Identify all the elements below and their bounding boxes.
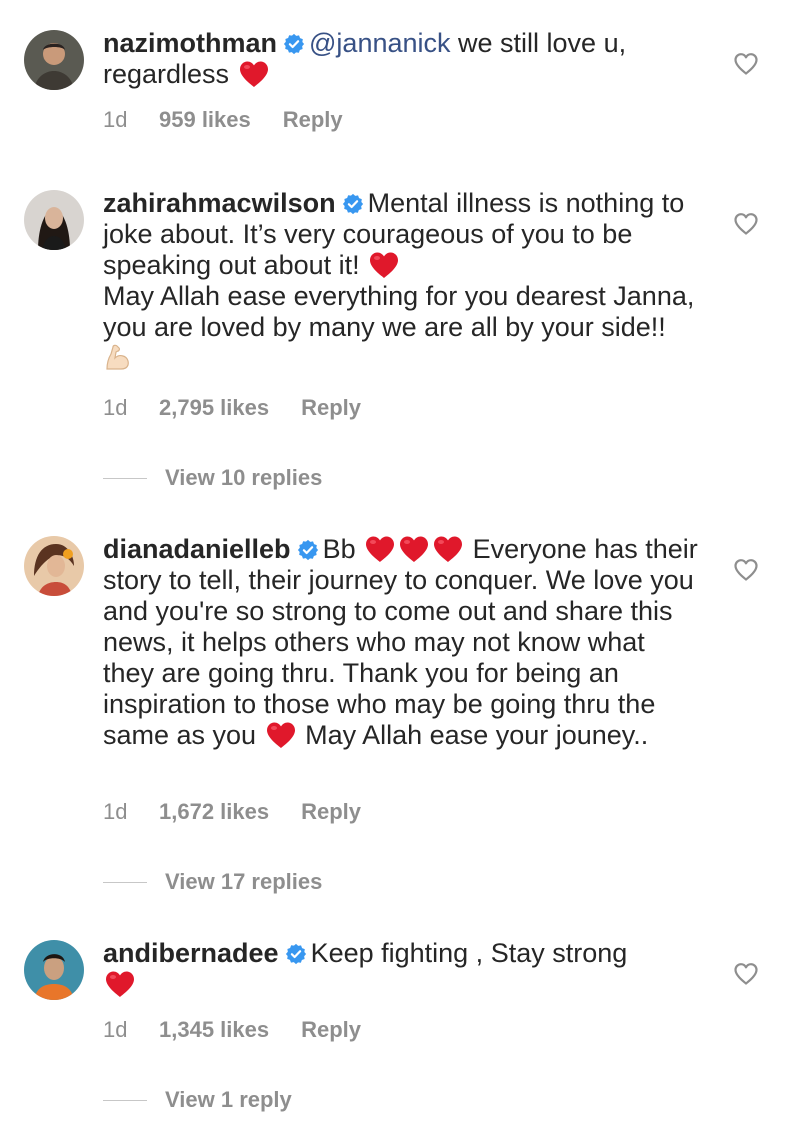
comment-body: Everyone has their story to tell, their …	[103, 534, 698, 750]
username-link[interactable]: nazimothman	[103, 28, 277, 58]
red-heart-emoji	[432, 535, 464, 563]
comment-meta: 1d 2,795 likes Reply	[103, 395, 361, 421]
verified-badge-icon	[283, 33, 305, 55]
reply-button[interactable]: Reply	[301, 799, 361, 825]
comment-text: dianadanielleb Bb Everyone has their stor…	[103, 534, 703, 751]
comment-body: Keep fighting , Stay strong	[310, 938, 628, 968]
comment-body: May Allah ease everything for you deares…	[103, 281, 695, 342]
comment-body: May Allah ease your jouney..	[305, 720, 649, 750]
like-count[interactable]: 2,795 likes	[159, 395, 269, 421]
comment-meta: 1d 1,345 likes Reply	[103, 1017, 361, 1043]
red-heart-emoji	[265, 721, 297, 749]
comment-body: Bb	[322, 534, 356, 564]
comment-time[interactable]: 1d	[103, 1017, 159, 1043]
red-heart-emoji	[238, 60, 270, 88]
comment-meta: 1d 1,672 likes Reply	[103, 799, 361, 825]
view-replies-button[interactable]: View 1 reply	[103, 1087, 292, 1113]
like-count[interactable]: 959 likes	[159, 107, 251, 133]
comment-meta: 1d 959 likes Reply	[103, 107, 343, 133]
reply-button[interactable]: Reply	[301, 395, 361, 421]
username-link[interactable]: zahirahmacwilson	[103, 188, 336, 218]
mention-link[interactable]: @jannanick	[309, 28, 451, 58]
like-count[interactable]: 1,672 likes	[159, 799, 269, 825]
reply-button[interactable]: Reply	[283, 107, 343, 133]
avatar[interactable]	[24, 940, 84, 1000]
red-heart-emoji	[398, 535, 430, 563]
view-replies-button[interactable]: View 10 replies	[103, 465, 322, 491]
comment-text: zahirahmacwilson Mental illness is nothin…	[103, 188, 703, 374]
divider-line	[103, 1099, 147, 1101]
verified-badge-icon	[297, 539, 319, 561]
divider-line	[103, 881, 147, 883]
heart-outline-icon[interactable]	[733, 212, 759, 236]
username-link[interactable]: dianadanielleb	[103, 534, 291, 564]
verified-badge-icon	[342, 193, 364, 215]
comment-time[interactable]: 1d	[103, 395, 159, 421]
avatar[interactable]	[24, 30, 84, 90]
view-replies-button[interactable]: View 17 replies	[103, 869, 322, 895]
reply-button[interactable]: Reply	[301, 1017, 361, 1043]
heart-outline-icon[interactable]	[733, 52, 759, 76]
heart-outline-icon[interactable]	[733, 558, 759, 582]
red-heart-emoji	[368, 251, 400, 279]
comment-text: andibernadee Keep fighting , Stay strong	[103, 938, 703, 1000]
avatar[interactable]	[24, 190, 84, 250]
view-replies-label[interactable]: View 10 replies	[165, 465, 322, 491]
view-replies-label[interactable]: View 1 reply	[165, 1087, 292, 1113]
view-replies-label[interactable]: View 17 replies	[165, 869, 322, 895]
verified-badge-icon	[285, 943, 307, 965]
red-heart-emoji	[364, 535, 396, 563]
username-link[interactable]: andibernadee	[103, 938, 279, 968]
comment-time[interactable]: 1d	[103, 107, 159, 133]
red-heart-emoji	[104, 970, 136, 998]
comment-text: nazimothman @jannanick we still love u, r…	[103, 28, 703, 90]
avatar[interactable]	[24, 536, 84, 596]
divider-line	[103, 477, 147, 479]
like-count[interactable]: 1,345 likes	[159, 1017, 269, 1043]
flexed-biceps-emoji	[103, 343, 133, 371]
comment-time[interactable]: 1d	[103, 799, 159, 825]
heart-outline-icon[interactable]	[733, 962, 759, 986]
